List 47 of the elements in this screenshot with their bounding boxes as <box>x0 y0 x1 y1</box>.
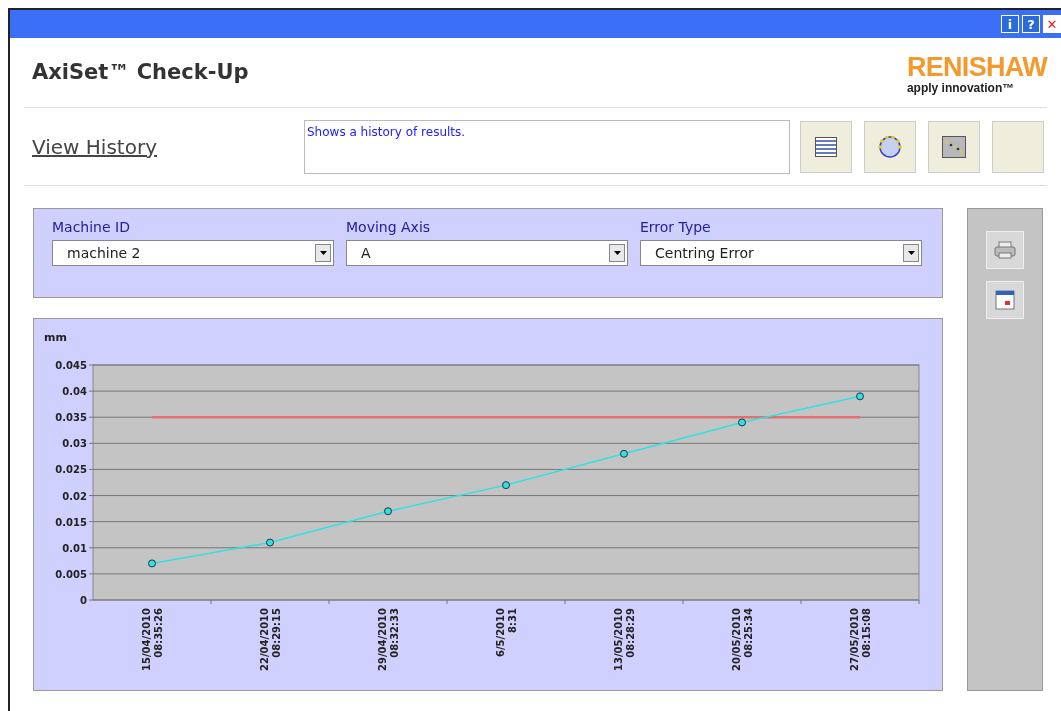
calendar-icon <box>995 290 1015 310</box>
x-tick-label: 20/05/2010 08:25:34 <box>731 608 754 671</box>
y-tick-label: 0.03 <box>62 438 87 450</box>
table-icon <box>815 136 837 157</box>
x-tick-label: 6/5/2010 8:31 <box>495 608 518 658</box>
dropdown[interactable]: A <box>346 240 628 266</box>
logo-tagline: apply innovation™ <box>906 80 1015 96</box>
x-tick-label: 13/05/2010 08:28:29 <box>613 608 636 671</box>
filter-label: Machine ID <box>52 218 131 237</box>
data-point <box>266 538 274 547</box>
data-point <box>148 559 156 568</box>
data-point <box>856 392 864 401</box>
description-box: Shows a history of results. <box>304 119 790 174</box>
y-tick-label: 0.045 <box>55 360 87 371</box>
close-button[interactable]: ✕ <box>1043 15 1061 33</box>
calendar-button[interactable] <box>986 281 1024 319</box>
dropdown[interactable]: Centring Error <box>640 240 922 266</box>
y-tick-label: 0.04 <box>62 386 87 398</box>
filter-label: Error Type <box>640 218 712 237</box>
logo: RENISHAW <box>906 53 1047 81</box>
dropdown[interactable]: machine 2 <box>52 240 334 266</box>
data-point <box>384 507 392 516</box>
filter-label: Moving Axis <box>346 218 432 237</box>
y-tick-label: 0.025 <box>55 464 87 476</box>
y-tick-label: 0.005 <box>55 568 87 580</box>
app-title: AxiSet™ Check-Up <box>31 58 249 86</box>
toolbar-button[interactable] <box>800 120 852 173</box>
x-tick-label: 22/04/2010 08:29:15 <box>259 608 282 671</box>
data-point <box>502 481 510 490</box>
circle-icon <box>877 133 903 160</box>
y-tick-label: 0 <box>80 595 87 606</box>
y-tick-label: 0.02 <box>62 490 87 502</box>
view-history-link[interactable]: View History <box>24 131 304 162</box>
x-tick-label: 15/04/2010 08:35:26 <box>141 608 164 671</box>
x-tick-label: 27/05/2010 08:15:08 <box>849 608 872 671</box>
y-tick-label: 0.015 <box>55 516 87 528</box>
help-button[interactable]: ? <box>1022 15 1040 33</box>
y-tick-label: 0.035 <box>55 412 87 424</box>
toolbar-button[interactable] <box>928 120 980 173</box>
info-button[interactable]: i <box>1001 15 1019 33</box>
x-tick-label: 29/04/2010 08:32:33 <box>377 608 400 671</box>
scatter-plot-icon <box>942 135 966 158</box>
data-point <box>738 418 746 427</box>
axis-unit: mm <box>44 331 67 344</box>
printer-icon <box>994 241 1016 259</box>
y-tick-label: 0.01 <box>62 542 87 554</box>
data-point <box>620 449 628 458</box>
